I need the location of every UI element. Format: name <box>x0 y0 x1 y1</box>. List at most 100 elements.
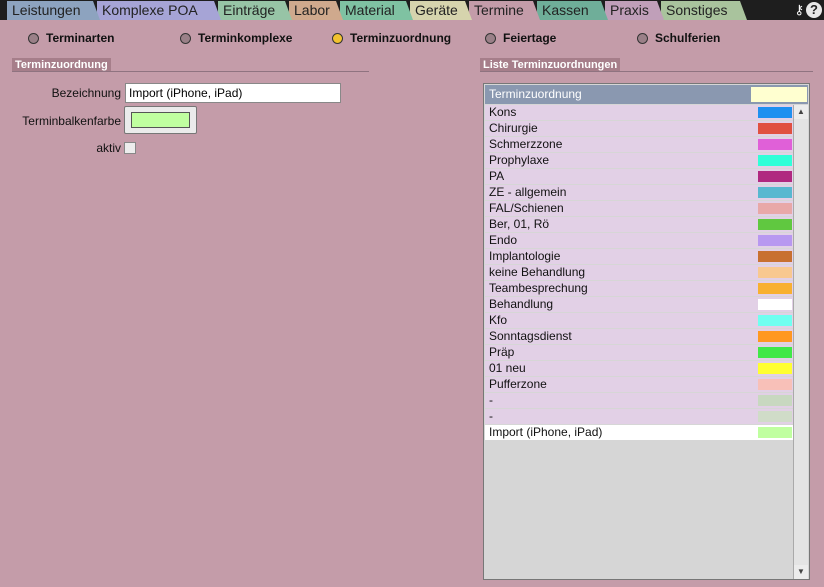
list-item[interactable]: Chirurgie <box>485 121 793 136</box>
aktiv-checkbox[interactable] <box>124 142 136 154</box>
radio-label: Terminkomplexe <box>198 31 293 45</box>
list-item[interactable]: Ber, 01, Rö <box>485 217 793 232</box>
list-item[interactable]: Endo <box>485 233 793 248</box>
list-item-color-swatch <box>758 251 792 262</box>
list-item[interactable]: Schmerzzone <box>485 137 793 152</box>
list-item-color-swatch <box>758 411 792 422</box>
list-item-label: Ber, 01, Rö <box>489 217 550 231</box>
list-item[interactable]: Pufferzone <box>485 377 793 392</box>
list-item-label: 01 neu <box>489 361 526 375</box>
list-item-label: PA <box>489 169 505 183</box>
list-item[interactable]: - <box>485 393 793 408</box>
list-item-color-swatch <box>758 427 792 438</box>
list-scrollbar[interactable]: ▲ ▼ <box>793 105 808 579</box>
tab-praxis[interactable]: Praxis <box>605 1 664 20</box>
list-item-label: Implantologie <box>489 249 561 263</box>
list-item[interactable]: Kons <box>485 105 793 120</box>
radio-terminzuordnung[interactable]: Terminzuordnung <box>332 30 451 46</box>
tab-material[interactable]: Material <box>340 1 413 20</box>
list-item[interactable]: Präp <box>485 345 793 360</box>
radio-dot-icon <box>332 32 343 44</box>
scroll-down-icon[interactable]: ▼ <box>794 565 808 579</box>
list-item-label: Pufferzone <box>489 377 547 391</box>
list-item-color-swatch <box>758 187 792 198</box>
radio-label: Feiertage <box>503 31 557 45</box>
tab-termine[interactable]: Termine <box>469 1 540 20</box>
bezeichnung-input[interactable] <box>125 83 341 103</box>
list-item-label: Kons <box>489 105 517 119</box>
top-right-icons: ⚷ ? <box>794 1 822 19</box>
list-item[interactable]: Implantologie <box>485 249 793 264</box>
list-item-label: FAL/Schienen <box>489 201 564 215</box>
assignment-list: Terminzuordnung Kons Chirurgie Schmerzzone… <box>483 83 810 580</box>
list-item-color-swatch <box>758 155 792 166</box>
list-item-color-swatch <box>758 299 792 310</box>
list-item-label: Endo <box>489 233 518 247</box>
radio-schulferien[interactable]: Schulferien <box>637 30 720 46</box>
list-item-color-swatch <box>758 267 792 278</box>
form-section-divider <box>12 71 369 72</box>
form-section-title: Terminzuordnung <box>12 58 111 72</box>
list-item[interactable]: - <box>485 409 793 424</box>
list-item-label: Kfo <box>489 313 508 327</box>
radio-terminkomplexe[interactable]: Terminkomplexe <box>180 30 292 46</box>
list-item-label: Teambesprechung <box>489 281 588 295</box>
tab-komplexe-poa[interactable]: Komplexe POA <box>97 1 221 20</box>
tab-leistungen[interactable]: Leistungen <box>7 1 100 20</box>
list-item-color-swatch <box>758 363 792 374</box>
list-item-label: ZE - allgemein <box>489 185 567 199</box>
list-item-label: Chirurgie <box>489 121 538 135</box>
color-picker-button[interactable] <box>124 106 197 134</box>
radio-dot-icon <box>180 32 191 44</box>
bezeichnung-label: Bezeichnung <box>51 86 121 100</box>
list-item-color-swatch <box>758 219 792 230</box>
list-item[interactable]: Import (iPhone, iPad) <box>485 425 793 440</box>
radio-dot-icon <box>485 32 496 44</box>
list-item-color-swatch <box>758 107 792 118</box>
tab-labor[interactable]: Labor <box>289 1 343 20</box>
radio-label: Terminzuordnung <box>350 31 452 45</box>
list-item-color-swatch <box>758 379 792 390</box>
tab-einträge[interactable]: Einträge <box>218 1 292 20</box>
list-item[interactable]: Sonntagsdienst <box>485 329 793 344</box>
help-icon[interactable]: ? <box>806 2 822 18</box>
radio-terminarten[interactable]: Terminarten <box>28 30 114 46</box>
list-item-color-swatch <box>758 315 792 326</box>
scroll-up-icon[interactable]: ▲ <box>794 105 808 119</box>
list-item-label: - <box>489 409 493 423</box>
tab-kassen[interactable]: Kassen <box>537 1 608 20</box>
list-item[interactable]: ZE - allgemein <box>485 185 793 200</box>
list-item[interactable]: keine Behandlung <box>485 265 793 280</box>
list-item-color-swatch <box>758 139 792 150</box>
list-item[interactable]: 01 neu <box>485 361 793 376</box>
list-item-label: keine Behandlung <box>489 265 586 279</box>
list-item-label: Import (iPhone, iPad) <box>489 425 603 439</box>
key-icon[interactable]: ⚷ <box>794 3 804 18</box>
tab-geräte[interactable]: Geräte <box>410 1 472 20</box>
list-item-color-swatch <box>758 235 792 246</box>
list-rows: Kons Chirurgie Schmerzzone Prophylaxe PA ZE -… <box>485 105 793 441</box>
list-item-label: Präp <box>489 345 515 359</box>
list-header-label: Terminzuordnung <box>489 87 582 101</box>
list-header[interactable]: Terminzuordnung <box>485 85 808 104</box>
radio-label: Terminarten <box>46 31 115 45</box>
list-item[interactable]: Kfo <box>485 313 793 328</box>
list-item-color-swatch <box>758 203 792 214</box>
tab-sonstiges[interactable]: Sonstiges <box>661 1 747 20</box>
list-item[interactable]: PA <box>485 169 793 184</box>
radio-dot-icon <box>28 32 39 44</box>
list-section-title: Liste Terminzuordnungen <box>480 58 621 72</box>
list-item-label: Sonntagsdienst <box>489 329 572 343</box>
list-item-label: Behandlung <box>489 297 554 311</box>
list-item[interactable]: Teambesprechung <box>485 281 793 296</box>
radio-dot-icon <box>637 32 648 44</box>
radio-feiertage[interactable]: Feiertage <box>485 30 556 46</box>
list-item[interactable]: FAL/Schienen <box>485 201 793 216</box>
list-item-color-swatch <box>758 347 792 358</box>
terminbalkenfarbe-label: Terminbalkenfarbe <box>22 114 121 128</box>
list-item[interactable]: Prophylaxe <box>485 153 793 168</box>
aktiv-label: aktiv <box>96 141 121 155</box>
list-item-label: - <box>489 393 493 407</box>
list-item[interactable]: Behandlung <box>485 297 793 312</box>
list-section-divider <box>480 71 813 72</box>
